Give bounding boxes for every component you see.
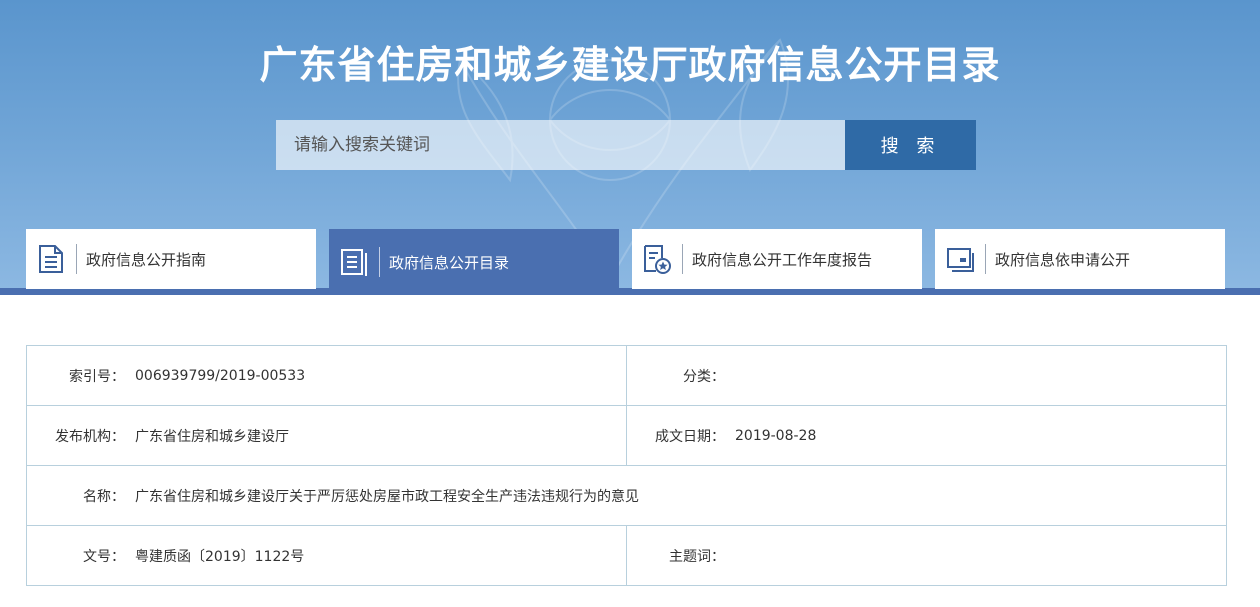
application-icon	[935, 229, 985, 289]
report-star-icon	[632, 229, 682, 289]
catalog-icon	[329, 232, 379, 292]
tab-separator	[379, 247, 380, 277]
docno-label: 文号：	[83, 548, 125, 565]
tab-separator	[985, 244, 986, 274]
publisher-value: 广东省住房和城乡建设厅	[135, 428, 289, 445]
document-info-table: 索引号： 006939799/2019-00533 分类： 发布机构： 广东省住…	[26, 345, 1227, 586]
table-row: 名称： 广东省住房和城乡建设厅关于严厉惩处房屋市政工程安全生产违法违规行为的意见	[26, 465, 1227, 526]
date-value: 2019-08-28	[735, 427, 817, 444]
document-list-icon	[26, 229, 76, 289]
date-label: 成文日期：	[655, 428, 725, 445]
docno-value: 粤建质函〔2019〕1122号	[135, 548, 305, 565]
table-row: 索引号： 006939799/2019-00533 分类：	[26, 345, 1227, 406]
tab-label: 政府信息公开指南	[86, 250, 207, 269]
publisher-label: 发布机构：	[55, 428, 125, 445]
table-row: 文号： 粤建质函〔2019〕1122号 主题词：	[26, 525, 1227, 586]
search-button[interactable]: 搜 索	[845, 120, 976, 170]
index-label: 索引号：	[69, 368, 125, 385]
tab-application-disclosure[interactable]: 政府信息依申请公开	[935, 229, 1225, 289]
tab-label: 政府信息公开目录	[389, 253, 510, 272]
tab-annual-report[interactable]: 政府信息公开工作年度报告	[632, 229, 922, 289]
category-label: 分类：	[683, 368, 725, 385]
tab-disclosure-guide[interactable]: 政府信息公开指南	[26, 229, 316, 289]
subject-label: 主题词：	[669, 548, 725, 565]
tab-separator	[682, 244, 683, 274]
tab-underline-bar	[0, 288, 1260, 295]
table-row: 发布机构： 广东省住房和城乡建设厅 成文日期： 2019-08-28	[26, 405, 1227, 466]
search-input[interactable]	[276, 120, 846, 170]
name-label: 名称：	[83, 488, 125, 505]
page-title: 广东省住房和城乡建设厅政府信息公开目录	[259, 43, 1001, 87]
tab-label: 政府信息公开工作年度报告	[692, 250, 873, 269]
name-value: 广东省住房和城乡建设厅关于严厉惩处房屋市政工程安全生产违法违规行为的意见	[135, 488, 639, 505]
tab-disclosure-catalog[interactable]: 政府信息公开目录	[329, 229, 619, 295]
index-value: 006939799/2019-00533	[135, 367, 306, 384]
tab-separator	[76, 244, 77, 274]
tab-label: 政府信息依申请公开	[995, 250, 1131, 269]
